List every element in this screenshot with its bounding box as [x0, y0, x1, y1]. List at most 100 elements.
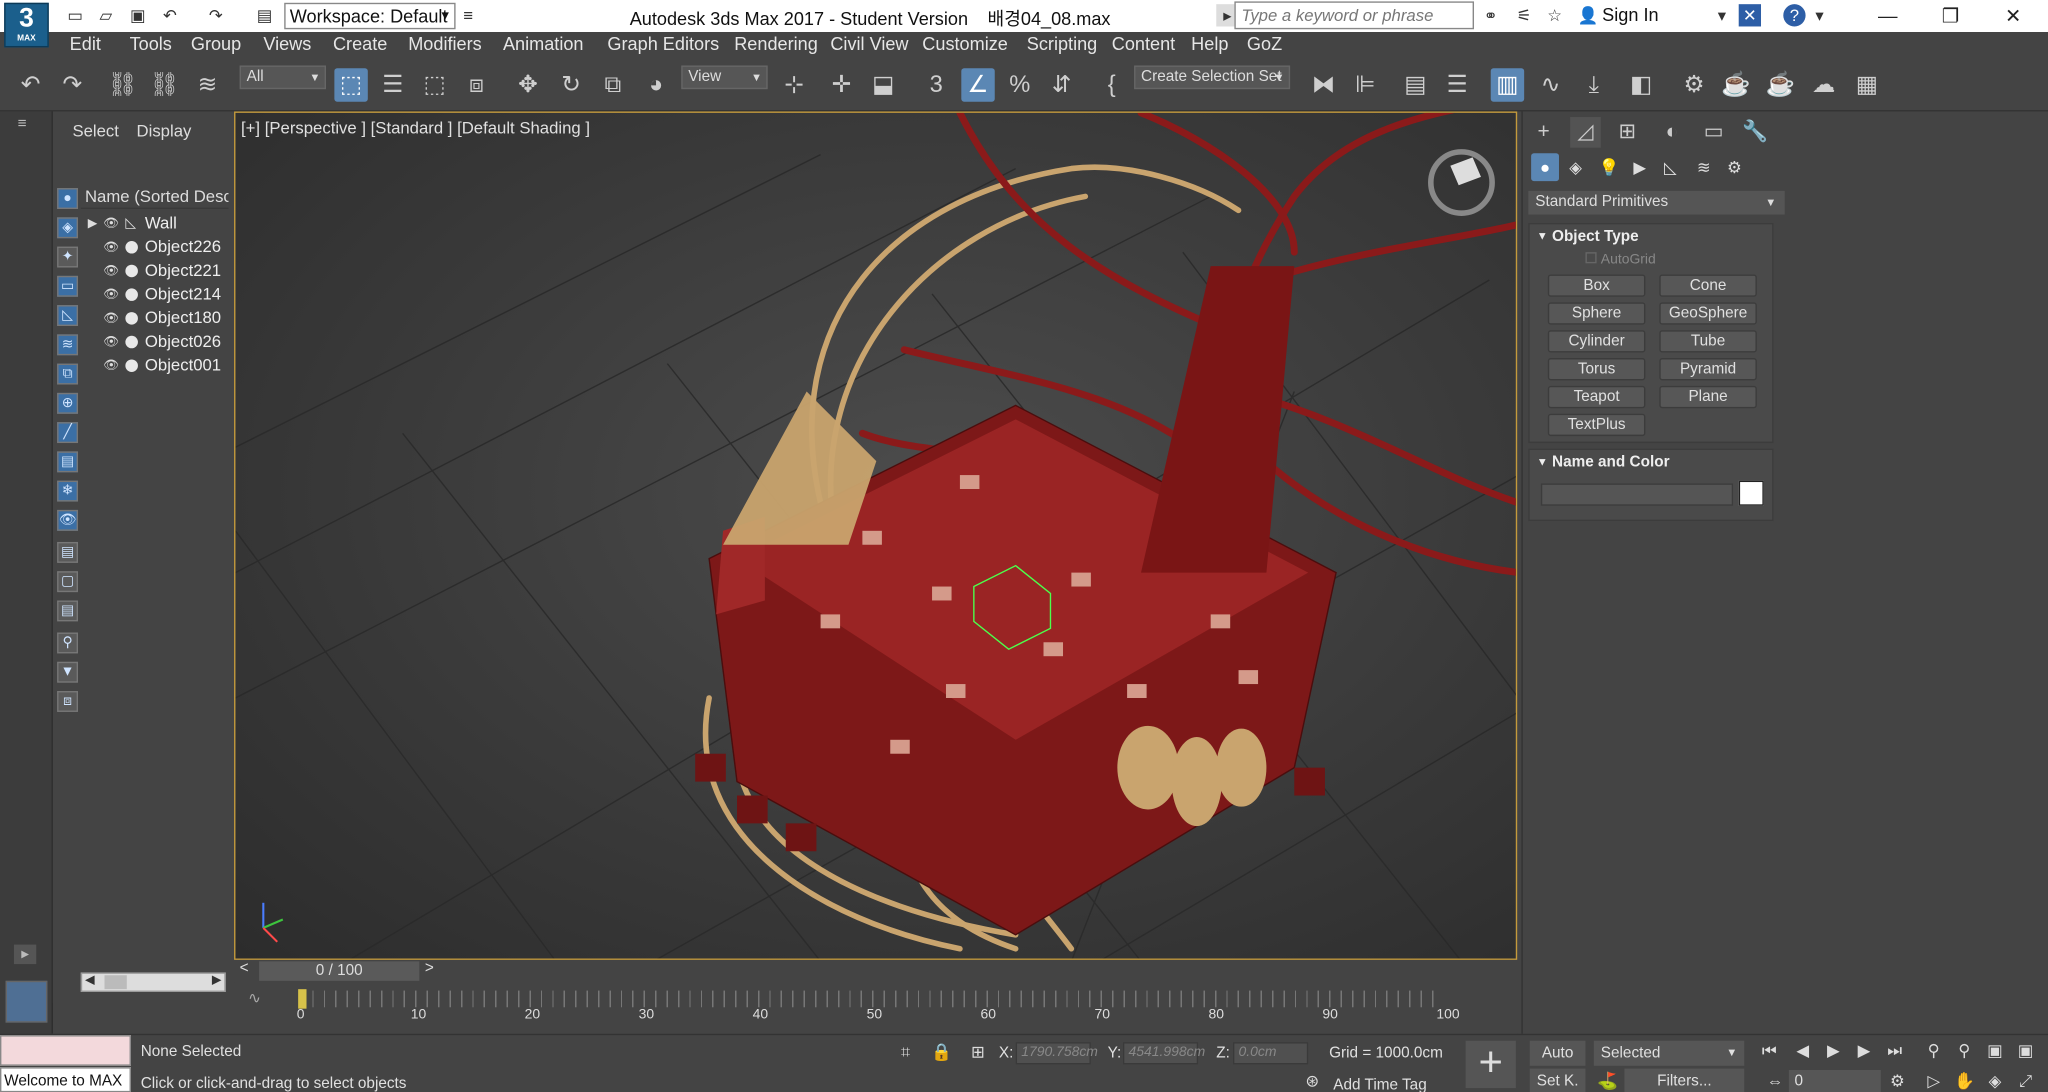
rendered-frame-window-icon[interactable]: ☕ — [1719, 68, 1752, 101]
move-icon[interactable]: ✥ — [511, 68, 544, 101]
name-and-color-header[interactable]: ▼ Name and Color — [1530, 450, 1775, 475]
helpers-category-icon[interactable]: ◺ — [1657, 153, 1685, 181]
search-input[interactable]: Type a keyword or phrase — [1234, 1, 1475, 30]
menu-modifiers[interactable]: Modifiers — [408, 33, 481, 54]
z-coordinate-field[interactable]: 0.0cm — [1232, 1042, 1309, 1065]
menu-rendering[interactable]: Rendering — [734, 33, 818, 54]
select-children-icon[interactable]: ⧈ — [57, 691, 79, 712]
visibility-eye-icon[interactable]: 👁 — [103, 283, 119, 307]
render-in-cloud-icon[interactable]: ☁ — [1807, 68, 1840, 101]
space-warps-category-icon[interactable]: ≋ — [1690, 153, 1718, 181]
keyboard-shortcut-override-icon[interactable]: ⬓ — [867, 68, 900, 101]
torus-button[interactable]: Torus — [1547, 358, 1646, 381]
binoculars-icon[interactable]: ⚭ — [1480, 4, 1502, 26]
current-frame-marker[interactable] — [298, 989, 307, 1009]
display-hidden-icon[interactable]: 👁 — [57, 509, 79, 531]
utilities-tab-icon[interactable]: 🔧 — [1740, 117, 1771, 148]
zoom-extents-all-icon[interactable]: ▣ — [2012, 1038, 2040, 1063]
display-shapes-icon[interactable]: ◈ — [57, 217, 79, 239]
key-filters-icon[interactable]: ⛳ — [1594, 1069, 1622, 1092]
visibility-eye-icon[interactable]: 👁 — [103, 259, 119, 283]
hamburger-icon[interactable]: ≡ — [11, 114, 33, 134]
menu-animation[interactable]: Animation — [503, 33, 584, 54]
display-frozen-icon[interactable]: ❄ — [57, 480, 79, 502]
isolate-selection-icon[interactable]: ⌗ — [892, 1039, 920, 1064]
new-file-icon[interactable]: ▭ — [64, 4, 86, 26]
mirror-icon[interactable]: ⧓ — [1307, 68, 1340, 101]
tab-display[interactable]: Display — [137, 121, 192, 141]
render-setup-icon[interactable]: ⚙ — [1677, 68, 1710, 101]
undo-icon[interactable]: ↶ — [159, 4, 181, 26]
display-containers-icon[interactable]: ▤ — [57, 451, 79, 473]
teapot-button[interactable]: Teapot — [1547, 385, 1646, 409]
expand-arrow-icon[interactable]: ▶ — [88, 212, 98, 236]
cone-button[interactable]: Cone — [1659, 274, 1757, 297]
object-type-header[interactable]: ▼ Object Type — [1530, 224, 1775, 249]
maximize-viewport-icon[interactable]: ⤢ — [2012, 1069, 2040, 1092]
display-groups-icon[interactable]: ⧉ — [57, 363, 79, 385]
help-dropdown-icon[interactable]: ▾ — [1808, 4, 1830, 26]
menu-edit[interactable]: Edit — [70, 33, 101, 54]
time-tag-icon[interactable]: ⊛ — [1298, 1069, 1326, 1092]
maxscript-listener-input[interactable] — [0, 1035, 131, 1066]
curve-editor-mini-icon[interactable]: ∿ — [248, 989, 261, 1008]
viewport-thumbnail[interactable] — [5, 980, 48, 1023]
primitive-category-dropdown[interactable]: Standard Primitives ▼ — [1528, 190, 1785, 215]
explorer-row[interactable]: 👁 Object214 — [81, 283, 229, 307]
visibility-eye-icon[interactable]: 👁 — [103, 354, 119, 378]
perspective-viewport[interactable]: [+] [Perspective ] [Standard ] [Default … — [234, 111, 1518, 960]
viewport-label[interactable]: [+] [Perspective ] [Standard ] [Default … — [241, 118, 590, 138]
explorer-column-header[interactable]: Name (Sorted Descending) — [80, 184, 229, 209]
window-crossing-icon[interactable]: ⧈ — [460, 68, 493, 101]
find-filter-icon[interactable]: ⚲ — [57, 632, 79, 654]
auto-key-button[interactable]: Auto — [1529, 1040, 1586, 1066]
bind-space-warp-icon[interactable]: ≋ — [191, 68, 224, 101]
key-mode-toggle-icon[interactable]: ⇔ — [1761, 1069, 1789, 1092]
y-coordinate-field[interactable]: 4541.998cm — [1122, 1042, 1205, 1065]
zoom-icon[interactable]: ⚲ — [1920, 1038, 1948, 1063]
scene-explorer-icon[interactable]: ▤ — [1399, 68, 1432, 101]
absolute-mode-icon[interactable]: ⊞ — [964, 1039, 992, 1064]
go-to-end-icon[interactable]: ⏭ — [1881, 1038, 1909, 1063]
place-icon[interactable]: ◕ — [639, 68, 672, 101]
minimize-button[interactable]: — — [1856, 0, 1920, 32]
display-lights-icon[interactable]: ✦ — [57, 246, 79, 268]
render-production-icon[interactable]: ☕ — [1764, 68, 1797, 101]
cameras-category-icon[interactable]: ▶ — [1626, 153, 1654, 181]
display-xrefs-icon[interactable]: ⊕ — [57, 392, 79, 414]
explorer-row[interactable]: ▶ 👁 ◺ Wall — [81, 212, 229, 236]
visibility-eye-icon[interactable]: 👁 — [103, 212, 119, 236]
scrollbar-thumb[interactable] — [104, 975, 127, 990]
zoom-all-icon[interactable]: ⚲ — [1950, 1038, 1978, 1063]
menu-content[interactable]: Content — [1112, 33, 1175, 54]
snaps-toggle-icon[interactable]: 3 — [920, 68, 953, 101]
visibility-eye-icon[interactable]: 👁 — [103, 307, 119, 331]
maxscript-output[interactable]: Welcome to MAX — [0, 1067, 131, 1092]
explorer-row[interactable]: 👁 Object180 — [81, 307, 229, 331]
time-slider-thumb[interactable]: 0 / 100 — [259, 961, 420, 981]
pivot-center-icon[interactable]: ⊹ — [777, 68, 810, 101]
curve-editor-icon[interactable]: ∿ — [1534, 68, 1567, 101]
systems-category-icon[interactable]: ⚙ — [1721, 153, 1749, 181]
angle-snap-icon[interactable]: ∠ — [961, 68, 995, 102]
display-invert-icon[interactable]: ▤ — [57, 600, 79, 622]
play-icon[interactable]: ▶ — [1820, 1038, 1848, 1063]
key-filters-button[interactable]: Filters... — [1624, 1068, 1745, 1092]
explorer-row[interactable]: 👁 Object001 — [81, 354, 229, 378]
modify-tab-icon[interactable]: ◿ — [1570, 117, 1601, 148]
set-key-plus-icon[interactable]: + — [1465, 1040, 1516, 1089]
orbit-icon[interactable]: ◈ — [1981, 1069, 2009, 1092]
add-time-tag-button[interactable]: Add Time Tag — [1333, 1077, 1426, 1092]
track-bar[interactable]: ∿ 0 10 20 30 40 50 60 70 80 90 100 — [234, 982, 1518, 1034]
scroll-left-icon[interactable]: ◀ — [85, 972, 95, 987]
scroll-right-icon[interactable]: ▶ — [212, 972, 222, 987]
menu-create[interactable]: Create — [333, 33, 387, 54]
autogrid-checkbox[interactable]: AutoGrid — [1585, 252, 1656, 267]
link-icon[interactable]: ⛓ — [106, 68, 139, 101]
previous-key-icon[interactable]: ◀ — [1789, 1038, 1817, 1063]
open-file-icon[interactable]: ▱ — [95, 4, 117, 26]
sign-in-button[interactable]: Sign In — [1602, 4, 1658, 25]
tube-button[interactable]: Tube — [1659, 330, 1757, 353]
cylinder-button[interactable]: Cylinder — [1547, 330, 1646, 353]
menu-group[interactable]: Group — [191, 33, 241, 54]
